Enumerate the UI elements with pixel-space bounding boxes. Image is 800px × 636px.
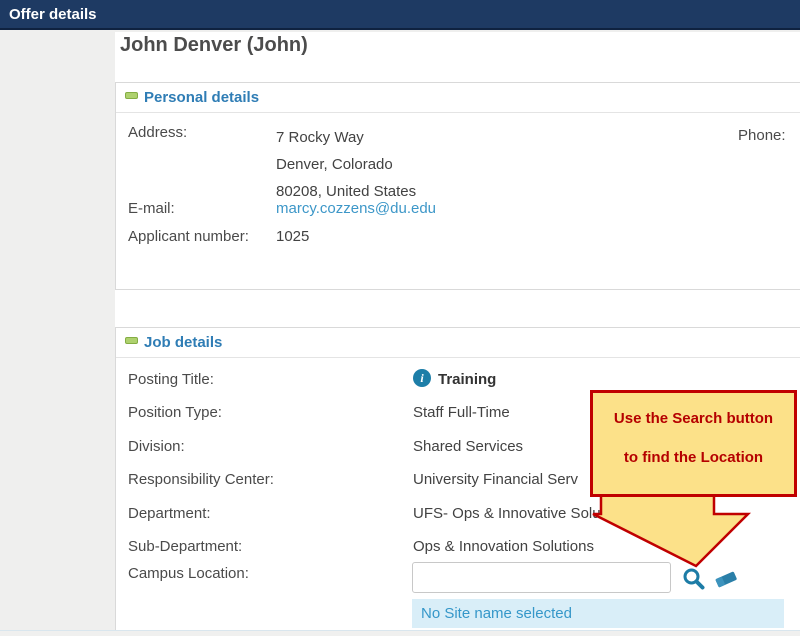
address-line-2: Denver, Colorado bbox=[276, 151, 416, 178]
top-title-bar: Offer details bbox=[0, 0, 800, 30]
department-label: Department: bbox=[128, 505, 211, 522]
division-value: Shared Services bbox=[413, 438, 523, 455]
personal-details-header[interactable]: Personal details bbox=[116, 83, 800, 113]
applicant-name-heading: John Denver (John) bbox=[120, 34, 308, 57]
address-label: Address: bbox=[128, 124, 187, 141]
applicant-number-label: Applicant number: bbox=[128, 228, 249, 245]
no-site-message: No Site name selected bbox=[412, 599, 784, 628]
position-type-value: Staff Full-Time bbox=[413, 404, 510, 421]
window-title: Offer details bbox=[9, 6, 97, 23]
annotation-callout: Use the Search button to find the Locati… bbox=[590, 390, 797, 497]
offer-details-page: Offer details John Denver (John) Persona… bbox=[0, 0, 800, 636]
applicant-number-value: 1025 bbox=[276, 228, 309, 245]
posting-title-value: Training bbox=[438, 371, 496, 388]
posting-title-value-row: i Training bbox=[438, 371, 496, 388]
collapse-icon[interactable] bbox=[125, 337, 138, 344]
eraser-icon bbox=[712, 569, 740, 589]
sub-department-label: Sub-Department: bbox=[128, 538, 242, 555]
address-line-1: 7 Rocky Way bbox=[276, 124, 416, 151]
callout-text-line1: Use the Search button bbox=[593, 410, 794, 427]
campus-location-label: Campus Location: bbox=[128, 565, 249, 582]
division-label: Division: bbox=[128, 438, 185, 455]
sub-department-value: Ops & Innovation Solutions bbox=[413, 538, 594, 555]
posting-title-label: Posting Title: bbox=[128, 371, 214, 388]
collapse-icon[interactable] bbox=[125, 92, 138, 99]
callout-text-line2: to find the Location bbox=[593, 449, 794, 466]
job-details-header[interactable]: Job details bbox=[116, 328, 800, 358]
responsibility-center-value: University Financial Serv bbox=[413, 471, 578, 488]
email-label: E-mail: bbox=[128, 200, 175, 217]
responsibility-center-label: Responsibility Center: bbox=[128, 471, 274, 488]
email-link[interactable]: marcy.cozzens@du.edu bbox=[276, 200, 436, 217]
page-bottom-strip bbox=[0, 630, 800, 636]
address-value: 7 Rocky Way Denver, Colorado 80208, Unit… bbox=[276, 124, 416, 205]
position-type-label: Position Type: bbox=[128, 404, 222, 421]
info-icon[interactable]: i bbox=[413, 369, 431, 387]
clear-button[interactable] bbox=[712, 569, 740, 592]
phone-label: Phone: bbox=[738, 127, 786, 144]
personal-details-title: Personal details bbox=[144, 89, 259, 106]
job-details-title: Job details bbox=[144, 334, 222, 351]
personal-details-panel: Personal details Address: 7 Rocky Way De… bbox=[115, 82, 800, 290]
